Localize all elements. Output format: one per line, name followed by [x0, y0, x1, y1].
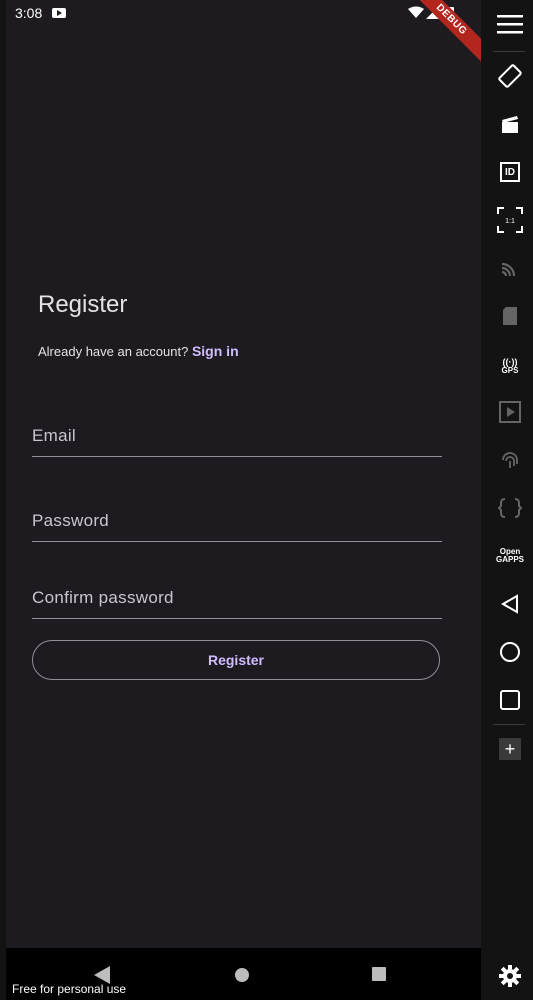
toolbar-divider	[493, 724, 525, 725]
signin-prompt: Already have an account?	[38, 344, 189, 359]
register-button[interactable]: Register	[32, 640, 440, 680]
opengapps-icon[interactable]: Open GAPPS	[487, 538, 533, 574]
signin-row: Already have an account? Sign in	[38, 343, 239, 359]
toolbar-divider	[493, 51, 525, 52]
scale-label: 1:1	[505, 218, 515, 225]
braces-icon[interactable]	[487, 490, 533, 526]
media-icon[interactable]	[487, 394, 533, 430]
scale-icon[interactable]: 1:1	[487, 202, 533, 238]
rotate-icon[interactable]	[487, 58, 533, 94]
watermark-label: Free for personal use	[12, 982, 127, 996]
phone-screen: 3:08 DEBUG Register Already have an acco…	[6, 0, 481, 948]
nav-recents-icon[interactable]	[372, 967, 386, 981]
email-field-container	[32, 416, 442, 457]
nav-home-icon[interactable]	[235, 968, 249, 982]
youtube-notification-icon	[52, 8, 66, 18]
wifi-icon	[408, 6, 424, 18]
password-field[interactable]	[32, 501, 442, 541]
status-time: 3:08	[15, 5, 43, 21]
password-field-container	[32, 501, 442, 542]
menu-icon[interactable]	[487, 6, 533, 42]
confirm-password-field[interactable]	[32, 578, 442, 618]
plus-icon[interactable]: +	[487, 731, 533, 767]
id-icon[interactable]: ID	[487, 154, 533, 190]
settings-icon[interactable]	[487, 958, 533, 994]
email-field[interactable]	[32, 416, 442, 456]
confirm-password-field-container	[32, 578, 442, 619]
clapperboard-icon[interactable]	[487, 106, 533, 142]
sim-icon[interactable]	[487, 298, 533, 334]
home-icon[interactable]	[487, 634, 533, 670]
cast-icon[interactable]	[487, 250, 533, 286]
back-icon[interactable]	[487, 586, 533, 622]
signin-link[interactable]: Sign in	[192, 343, 239, 359]
page-title: Register	[38, 291, 128, 318]
fingerprint-icon[interactable]	[487, 442, 533, 478]
emulator-toolbar: ID 1:1 ((·)) GPS Open GAPPS +	[487, 0, 533, 1000]
recents-icon[interactable]	[487, 682, 533, 718]
gps-icon[interactable]: ((·)) GPS	[487, 348, 533, 384]
status-bar: 3:08	[6, 0, 481, 28]
